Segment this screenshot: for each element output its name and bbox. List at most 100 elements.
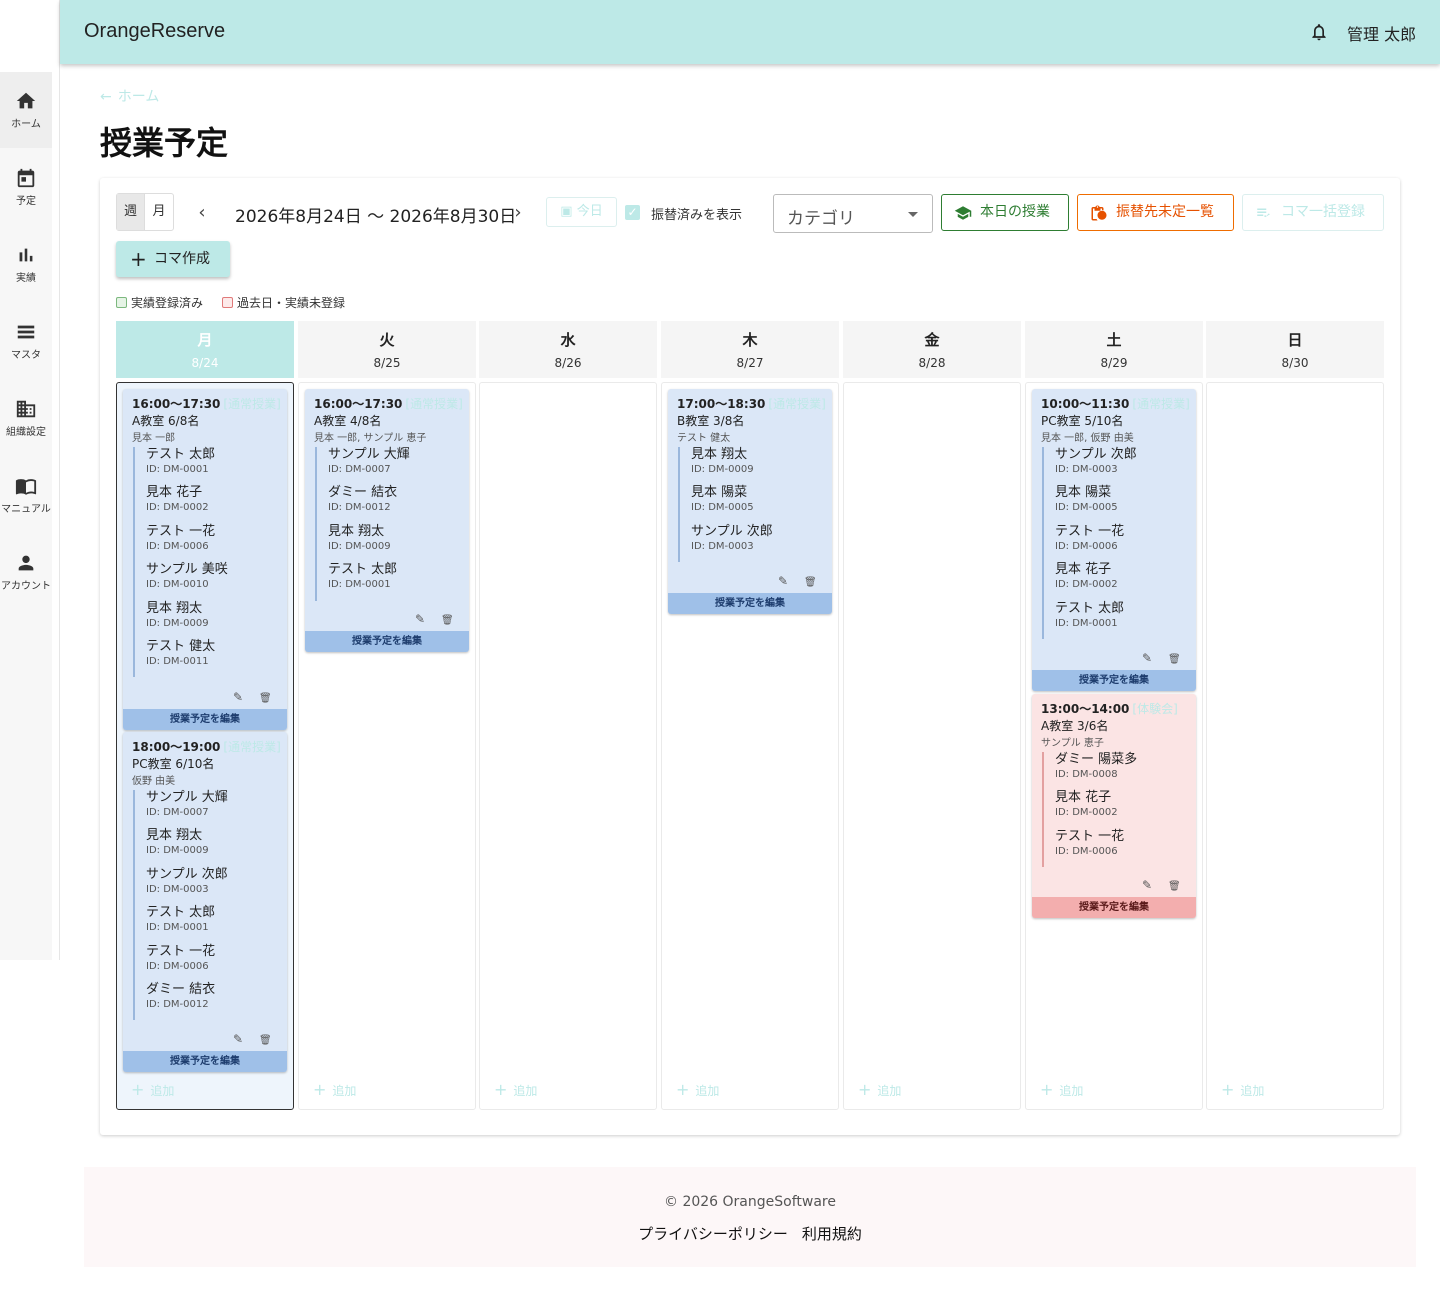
bell-icon[interactable] (1309, 21, 1329, 43)
sidebar-item-master[interactable]: マスタ (0, 303, 52, 379)
today-button[interactable]: ▣ 今日 (546, 197, 617, 227)
student-item[interactable]: テスト 一花 ID: DM-0006 (1044, 829, 1137, 867)
trash-icon[interactable]: 🗑 (1168, 881, 1181, 892)
day-date: 8/30 (1281, 356, 1309, 370)
student-item[interactable]: 見本 花子 ID: DM-0002 (135, 485, 228, 523)
trash-icon[interactable]: 🗑 (259, 1035, 272, 1046)
add-lesson-button[interactable]: + 追加 (1221, 1080, 1264, 1099)
student-item[interactable]: ダミー 結衣 ID: DM-0012 (317, 485, 410, 523)
day-column-mon[interactable]: 16:00〜17:30 [通常授業] A教室 6/8名 見本 一郎 テスト 太郎 ID: … (116, 382, 294, 1110)
student-name: サンプル 大輝 (328, 447, 410, 462)
lesson-card[interactable]: 13:00〜14:00 [体験会] A教室 3/6名 サンプル 恵子 ダミー 陽菜多 ID… (1032, 694, 1196, 918)
edit-lesson-button[interactable]: 授業予定を編集 (668, 593, 832, 614)
week-view-button[interactable]: 週 (117, 194, 146, 230)
show-transferred-label[interactable]: 振替済みを表示 (651, 204, 742, 223)
student-item[interactable]: 見本 花子 ID: DM-0002 (1044, 790, 1137, 828)
student-item[interactable]: ダミー 陽菜多 ID: DM-0008 (1044, 752, 1137, 790)
edit-lesson-button[interactable]: 授業予定を編集 (123, 1051, 287, 1072)
student-item[interactable]: サンプル 次郎 ID: DM-0003 (680, 524, 773, 562)
student-item[interactable]: 見本 翔太 ID: DM-0009 (317, 524, 410, 562)
edit-lesson-button[interactable]: 授業予定を編集 (305, 631, 469, 652)
student-name: サンプル 次郎 (146, 866, 228, 882)
trash-icon[interactable]: 🗑 (441, 615, 454, 626)
student-item[interactable]: 見本 翔太 ID: DM-0009 (135, 601, 228, 639)
student-item[interactable]: テスト 太郎 ID: DM-0001 (317, 562, 410, 600)
edit-icon[interactable]: ✎ (233, 690, 243, 704)
student-item[interactable]: テスト 一花 ID: DM-0006 (135, 944, 228, 982)
day-of-week: 土 (1106, 331, 1122, 349)
sidebar-item-home[interactable]: ホーム (0, 72, 52, 148)
trash-icon[interactable]: 🗑 (259, 693, 272, 704)
student-item[interactable]: テスト 太郎 ID: DM-0001 (135, 905, 228, 943)
lesson-card[interactable]: 17:00〜18:30 [通常授業] B教室 3/8名 テスト 健太 見本 翔太 ID: … (668, 389, 832, 614)
category-select[interactable]: カテゴリ (773, 194, 933, 233)
day-column-tue[interactable]: 16:00〜17:30 [通常授業] A教室 4/8名 見本 一郎, サンプル 恵子サ… (298, 382, 476, 1110)
app-brand[interactable]: OrangeReserve (84, 20, 225, 43)
student-item[interactable]: 見本 陽菜 ID: DM-0005 (1044, 485, 1137, 523)
student-item[interactable]: ダミー 結衣 ID: DM-0012 (135, 982, 228, 1020)
day-column-sun[interactable]: + 追加 (1206, 382, 1384, 1110)
trash-icon[interactable]: 🗑 (1168, 654, 1181, 665)
day-column-sat[interactable]: 10:00〜11:30 [通常授業] PC教室 5/10名 見本 一郎, 仮野 由美サ… (1025, 382, 1203, 1110)
student-item[interactable]: サンプル 美咲 ID: DM-0010 (135, 562, 228, 600)
student-item[interactable]: 見本 翔太 ID: DM-0009 (135, 828, 228, 866)
day-column-wed[interactable]: + 追加 (479, 382, 657, 1110)
prev-week-button[interactable]: ‹ (192, 202, 212, 223)
create-slot-button[interactable]: + コマ作成 (116, 241, 230, 277)
student-item[interactable]: サンプル 次郎 ID: DM-0003 (135, 867, 228, 905)
breadcrumb[interactable]: ← ホーム (100, 86, 159, 106)
student-item[interactable]: テスト 太郎 ID: DM-0001 (1044, 601, 1137, 639)
today-lessons-button[interactable]: 本日の授業 (941, 194, 1069, 231)
student-item[interactable]: テスト 一花 ID: DM-0006 (1044, 524, 1137, 562)
student-item[interactable]: 見本 陽菜 ID: DM-0005 (680, 485, 773, 523)
day-column-thu[interactable]: 17:00〜18:30 [通常授業] B教室 3/8名 テスト 健太 見本 翔太 ID: … (661, 382, 839, 1110)
student-name: サンプル 大輝 (146, 790, 228, 805)
terms-link[interactable]: 利用規約 (802, 1225, 862, 1243)
sidebar-item-org[interactable]: 組織設定 (0, 380, 52, 456)
student-item[interactable]: サンプル 大輝 ID: DM-0007 (135, 790, 228, 828)
lesson-card[interactable]: 16:00〜17:30 [通常授業] A教室 4/8名 見本 一郎, サンプル 恵子サ… (305, 389, 469, 652)
student-item[interactable]: 見本 花子 ID: DM-0002 (1044, 562, 1137, 600)
next-week-button[interactable]: › (508, 202, 528, 223)
student-item[interactable]: 見本 翔太 ID: DM-0009 (680, 447, 773, 485)
lesson-card[interactable]: 16:00〜17:30 [通常授業] A教室 6/8名 見本 一郎 テスト 太郎 ID: … (123, 389, 287, 730)
day-column-fri[interactable]: + 追加 (843, 382, 1021, 1110)
add-lesson-button[interactable]: + 追加 (494, 1080, 537, 1099)
breadcrumb-home[interactable]: ホーム (118, 89, 160, 105)
add-lesson-button[interactable]: + 追加 (1040, 1080, 1083, 1099)
bulk-register-button[interactable]: コマ一括登録 (1242, 194, 1384, 231)
student-item[interactable]: サンプル 次郎 ID: DM-0003 (1044, 447, 1137, 485)
privacy-link[interactable]: プライバシーポリシー (638, 1225, 788, 1243)
edit-lesson-button[interactable]: 授業予定を編集 (1032, 897, 1196, 918)
show-transferred-checkbox[interactable]: ✓ (625, 205, 640, 220)
legend-done-label: 実績登録済み (131, 296, 204, 310)
sidebar-item-schedule[interactable]: 予定 (0, 149, 52, 225)
trash-icon[interactable]: 🗑 (804, 577, 817, 588)
unassigned-transfers-button[interactable]: 振替先未定一覧 (1077, 194, 1234, 231)
edit-icon[interactable]: ✎ (233, 1032, 243, 1046)
edit-icon[interactable]: ✎ (778, 574, 788, 588)
student-item[interactable]: テスト 健太 ID: DM-0011 (135, 639, 228, 677)
lesson-card[interactable]: 10:00〜11:30 [通常授業] PC教室 5/10名 見本 一郎, 仮野 由美サ… (1032, 389, 1196, 691)
edit-lesson-button[interactable]: 授業予定を編集 (123, 709, 287, 730)
sidebar-item-manual[interactable]: マニュアル (0, 457, 52, 533)
student-list: サンプル 次郎 ID: DM-0003 見本 陽菜 ID: DM-0005 テスト 一花… (1042, 447, 1137, 639)
edit-icon[interactable]: ✎ (415, 612, 425, 626)
add-lesson-button[interactable]: + 追加 (313, 1080, 356, 1099)
student-item[interactable]: テスト 一花 ID: DM-0006 (135, 524, 228, 562)
add-lesson-button[interactable]: + 追加 (676, 1080, 719, 1099)
user-menu[interactable]: 管理 太郎 (1347, 21, 1416, 45)
add-lesson-button[interactable]: + 追加 (858, 1080, 901, 1099)
student-item[interactable]: サンプル 大輝 ID: DM-0007 (317, 447, 410, 485)
lesson-card[interactable]: 18:00〜19:00 [通常授業] PC教室 6/10名 仮野 由美 サンプル 大輝 I… (123, 732, 287, 1072)
edit-lesson-button[interactable]: 授業予定を編集 (1032, 670, 1196, 691)
student-item[interactable]: テスト 太郎 ID: DM-0001 (135, 447, 228, 485)
schedule-card: 週 月 ‹ 2026年8月24日 〜 2026年8月30日 › ▣ 今日 ✓ 振… (100, 178, 1400, 1135)
edit-icon[interactable]: ✎ (1142, 878, 1152, 892)
sidebar-item-results[interactable]: 実績 (0, 226, 52, 302)
edit-icon[interactable]: ✎ (1142, 651, 1152, 665)
month-view-button[interactable]: 月 (145, 194, 173, 230)
add-lesson-button[interactable]: + 追加 (131, 1080, 174, 1099)
student-id: ID: DM-0012 (328, 502, 391, 514)
sidebar-item-account[interactable]: アカウント (0, 534, 52, 610)
